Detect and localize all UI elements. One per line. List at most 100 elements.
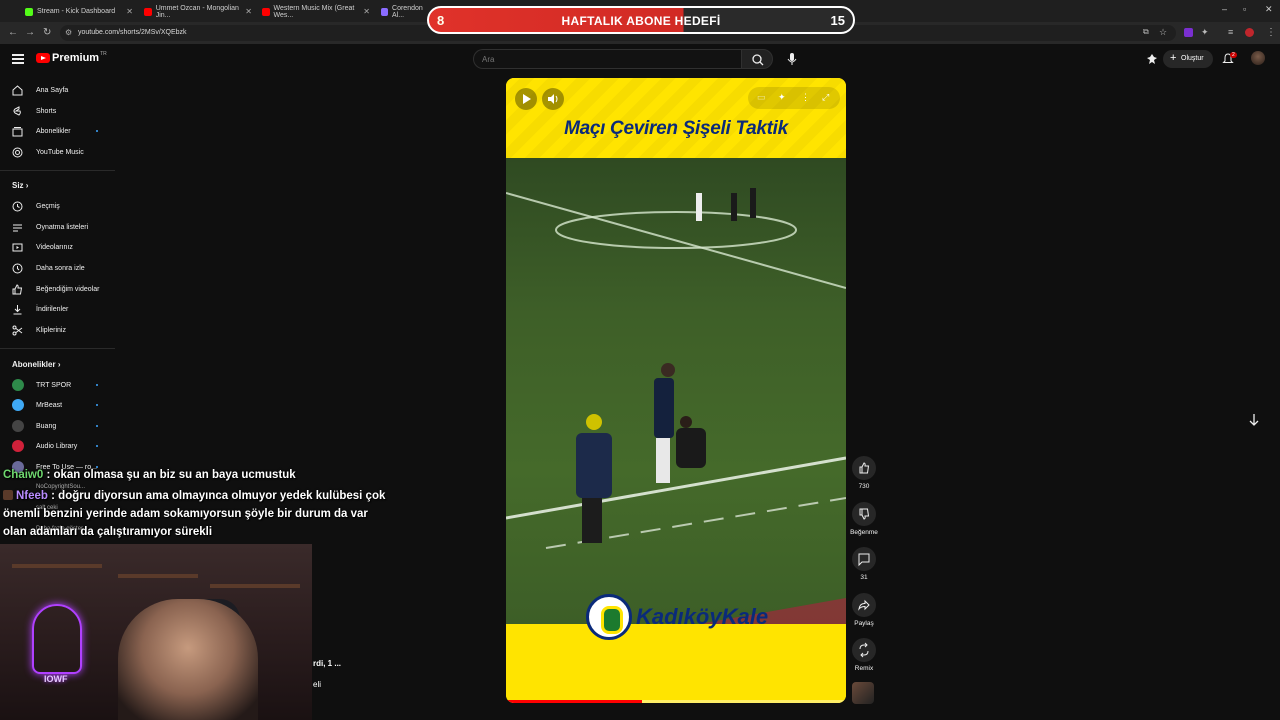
- play-icon: [523, 94, 531, 104]
- sidebar-item-downloads[interactable]: İndirilenler: [0, 299, 115, 319]
- sidebar-item-clips[interactable]: Klipleriniz: [0, 320, 115, 340]
- profile-icon[interactable]: [1245, 28, 1254, 37]
- back-icon[interactable]: ←: [8, 27, 18, 38]
- sidebar-item-label: Geçmiş: [36, 202, 60, 210]
- sidebar-item-playlists[interactable]: Oynatma listeleri: [0, 217, 115, 237]
- remix-icon: [859, 642, 869, 658]
- site-info-icon[interactable]: ⚙: [65, 25, 72, 41]
- fullscreen-icon[interactable]: ⤢: [822, 92, 829, 103]
- truncated-text: rdi, 1 ...: [313, 659, 342, 668]
- progress-fill: [506, 700, 642, 703]
- streamer-webcam: IOWF: [0, 544, 312, 720]
- extensions-puzzle-icon[interactable]: ✦: [1201, 27, 1209, 38]
- browser-menu-icon[interactable]: ⋮: [1266, 27, 1276, 38]
- create-button[interactable]: Oluştur: [1163, 49, 1213, 68]
- sidebar-item-home[interactable]: Ana Sayfa: [0, 80, 115, 100]
- channel-avatar: [12, 379, 24, 391]
- close-window-icon[interactable]: ✕: [1265, 4, 1273, 15]
- sidebar-subscriptions-header[interactable]: Abonelikler ›: [12, 360, 60, 369]
- tab-close-icon[interactable]: ✕: [363, 7, 370, 16]
- channel-brand-text: KadıköyKale: [636, 604, 769, 629]
- next-short-arrow-icon[interactable]: [1246, 412, 1262, 428]
- browser-tab-kick[interactable]: Stream - Kick Dashboard ✕: [25, 3, 133, 20]
- shorts-player[interactable]: Maçı Çeviren Şişeli Taktik KadıköyKale ▭…: [506, 78, 846, 703]
- volume-button[interactable]: [542, 88, 564, 110]
- kick-favicon-icon: [25, 7, 33, 16]
- media-control-icon[interactable]: ≡: [1228, 27, 1233, 37]
- sidebar-channel-audio-library[interactable]: Audio Library: [0, 436, 115, 456]
- minimize-icon[interactable]: –: [1222, 4, 1227, 14]
- chat-username: Chaiw0: [3, 469, 44, 481]
- chat-message-continued: önemli benzini yerinde adam sokamıyorsun…: [3, 508, 368, 520]
- chat-message-continued: olan adamları da çalıştıramıyor sürekli: [3, 526, 212, 538]
- chevron-right-icon: ›: [57, 360, 61, 369]
- goal-label: HAFTALIK ABONE HEDEFİ: [561, 14, 721, 28]
- streamer: [118, 599, 258, 720]
- sidebar-item-shorts[interactable]: Shorts: [0, 101, 115, 121]
- install-icon[interactable]: ⧉: [1143, 27, 1149, 37]
- forward-icon[interactable]: →: [25, 27, 35, 38]
- shorts-icon: [13, 105, 21, 116]
- browser-tab-western[interactable]: Western Music Mix (Great Wes... ✕: [262, 3, 370, 20]
- video-progress-bar[interactable]: [506, 700, 846, 703]
- search-icon: [752, 54, 764, 66]
- chat-text: önemli benzini yerinde adam sokamıyorsun…: [3, 508, 368, 520]
- sidebar-item-label: Beğendiğim videolar: [36, 285, 100, 293]
- channel-avatar: [12, 420, 24, 432]
- tab-close-icon[interactable]: ✕: [245, 7, 252, 16]
- comments-button[interactable]: [852, 547, 876, 571]
- like-button[interactable]: [852, 456, 876, 480]
- captions-icon[interactable]: ▭: [757, 92, 766, 103]
- sidebar-item-watch-later[interactable]: Daha sonra izle: [0, 258, 115, 278]
- sound-thumbnail[interactable]: [852, 682, 874, 704]
- sidebar-item-history[interactable]: Geçmiş: [0, 196, 115, 216]
- sidebar-channel-mrbeast[interactable]: MrBeast: [0, 395, 115, 415]
- browser-tab-corendon[interactable]: Corendon Al...: [381, 3, 431, 20]
- channel-name: TRT SPOR: [36, 381, 72, 389]
- youtube-premium-logo[interactable]: Premium TR: [36, 51, 107, 64]
- create-label: Oluştur: [1181, 55, 1204, 62]
- comment-count: 31: [860, 574, 868, 581]
- account-avatar[interactable]: [1251, 51, 1265, 65]
- notification-badge: 2: [1230, 52, 1237, 58]
- play-button[interactable]: [515, 88, 537, 110]
- guide-menu-icon[interactable]: [12, 54, 24, 64]
- cast-icon[interactable]: [1146, 53, 1158, 65]
- more-options-icon[interactable]: ⋮: [801, 92, 810, 103]
- extension-icon[interactable]: [1184, 28, 1193, 37]
- sidebar-channel-buang[interactable]: Buang: [0, 416, 115, 436]
- share-label: Paylaş: [854, 620, 874, 627]
- sidebar-item-label: Shorts: [36, 107, 57, 115]
- reload-icon[interactable]: ↻: [43, 27, 51, 38]
- sidebar-item-your-videos[interactable]: Videolarınız: [0, 237, 115, 257]
- sidebar-item-liked-videos[interactable]: Beğendiğim videolar: [0, 279, 115, 299]
- football-pitch-illustration: [506, 188, 846, 678]
- sidebar-you-header[interactable]: Siz ›: [12, 181, 28, 190]
- sidebar-item-label: Videolarınız: [36, 243, 73, 251]
- kadikoykale-badge-icon: [586, 594, 632, 640]
- sidebar-item-youtube-music[interactable]: YouTube Music: [0, 142, 115, 162]
- sidebar-channel-trt-spor[interactable]: TRT SPOR: [0, 375, 115, 395]
- video-frame: [506, 158, 846, 678]
- youtube-favicon-icon: [144, 7, 152, 16]
- search-input[interactable]: [473, 49, 741, 69]
- chat-username: Nfeeb: [16, 490, 48, 502]
- bookmark-star-icon[interactable]: ☆: [1159, 27, 1167, 38]
- remix-button[interactable]: [852, 638, 876, 662]
- video-branding-band: [506, 624, 846, 703]
- sidebar-item-label: Daha sonra izle: [36, 264, 85, 272]
- corendon-favicon-icon: [381, 7, 389, 16]
- share-button[interactable]: [852, 593, 876, 617]
- voice-search-button[interactable]: [782, 49, 802, 69]
- chat-badge-icon: [3, 490, 13, 500]
- browser-tab-ummet[interactable]: Ummet Ozcan - Mongolian Jin... ✕: [144, 3, 252, 20]
- music-icon: [12, 147, 23, 157]
- search-button[interactable]: [741, 49, 773, 69]
- shelf: [210, 584, 300, 588]
- tab-close-icon[interactable]: ✕: [126, 7, 133, 16]
- sidebar-item-subscriptions[interactable]: Abonelikler: [0, 121, 115, 141]
- cast-icon[interactable]: ✦: [778, 92, 786, 103]
- dislike-button[interactable]: [852, 502, 876, 526]
- chat-message: Nfeeb : doğru diyorsun ama olmayınca olm…: [3, 490, 385, 502]
- maximize-icon[interactable]: ▫: [1243, 4, 1246, 14]
